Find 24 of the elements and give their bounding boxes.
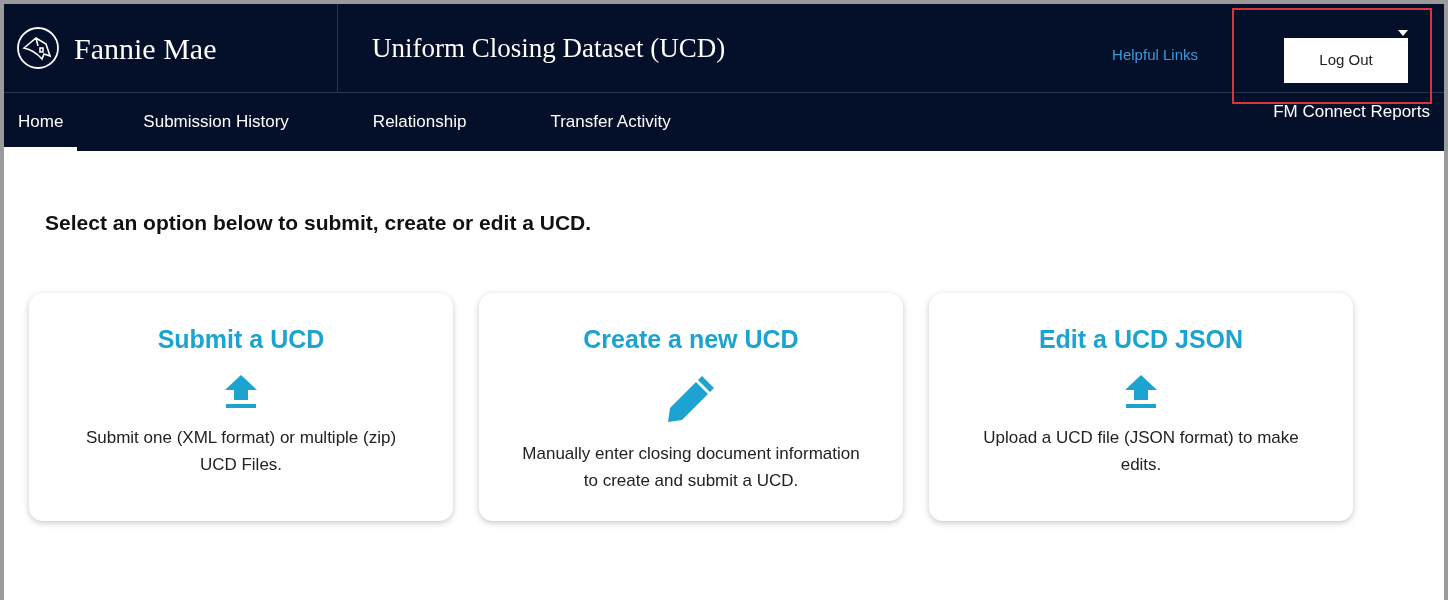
helpful-links-link[interactable]: Helpful Links (1112, 44, 1198, 67)
card-title: Edit a UCD JSON (1037, 323, 1245, 355)
card-description: Submit one (XML format) or multiple (zip) UCD Files. (84, 427, 398, 477)
card-description: Manually enter closing document information to create and submit a UCD. (521, 443, 861, 493)
nav-tab[interactable]: Submission History (129, 93, 303, 151)
nav-tab[interactable]: Relationship (358, 93, 481, 151)
card-title: Create a new UCD (582, 323, 800, 355)
option-card[interactable]: Create a new UCD Manually enter closing document information to create and submit a UCD. (479, 292, 903, 521)
card-title: Submit a UCD (156, 323, 326, 355)
brand-name: Fannie Mae (74, 30, 217, 67)
card-description: Upload a UCD file (JSON format) to make edits. (982, 427, 1300, 477)
nav-tab[interactable]: FM Connect Reports (1273, 83, 1444, 141)
app-title: Uniform Closing Dataset (UCD) (371, 31, 726, 65)
nav-tab[interactable]: Transfer Activity (536, 93, 685, 151)
house-logo-icon (16, 26, 60, 70)
pencil-icon (666, 374, 716, 424)
caret-icon[interactable] (1398, 29, 1408, 36)
log-out-menu-item[interactable]: Log Out (1319, 49, 1373, 72)
page-heading: Select an option below to submit, create or edit a UCD. (45, 210, 593, 236)
upload-icon (224, 374, 258, 408)
option-card[interactable]: Edit a UCD JSON Upload a UCD file (JSON format) to make edits. (929, 292, 1353, 521)
upload-icon (1124, 374, 1158, 408)
nav-tab[interactable]: Home (4, 93, 78, 151)
option-card[interactable]: Submit a UCD Submit one (XML format) or multiple (zip) UCD Files. (29, 292, 453, 521)
